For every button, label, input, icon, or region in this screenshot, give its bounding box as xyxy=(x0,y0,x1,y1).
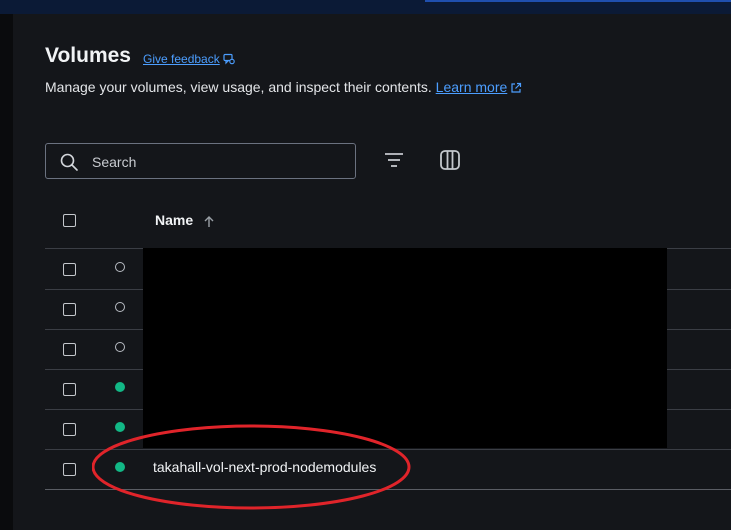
column-header-name[interactable]: Name xyxy=(155,212,193,228)
columns-icon xyxy=(440,150,460,170)
description-text: Manage your volumes, view usage, and ins… xyxy=(45,79,432,95)
top-bar xyxy=(0,0,731,14)
give-feedback-link[interactable]: Give feedback xyxy=(143,52,235,66)
filter-icon xyxy=(385,153,403,167)
learn-more-label: Learn more xyxy=(435,79,508,95)
row-checkbox[interactable] xyxy=(63,303,76,316)
row-checkbox[interactable] xyxy=(63,463,76,476)
status-unused-icon xyxy=(115,342,125,352)
row-checkbox[interactable] xyxy=(63,383,76,396)
page-title: Volumes xyxy=(45,44,131,67)
row-checkbox[interactable] xyxy=(63,263,76,276)
status-in-use-icon xyxy=(115,382,125,392)
learn-more-link[interactable]: Learn more xyxy=(436,79,523,95)
row-checkbox[interactable] xyxy=(63,343,76,356)
search-box[interactable] xyxy=(45,143,356,179)
columns-button[interactable] xyxy=(439,149,461,176)
annotation-ellipse xyxy=(92,424,411,510)
external-link-icon xyxy=(511,82,522,93)
page-description: Manage your volumes, view usage, and ins… xyxy=(45,79,522,95)
select-all-checkbox[interactable] xyxy=(63,214,76,227)
redacted-area xyxy=(143,248,667,448)
top-bar-accent xyxy=(425,0,731,2)
search-icon xyxy=(60,153,78,171)
feedback-icon xyxy=(223,53,235,65)
left-rail xyxy=(0,14,13,530)
sort-ascending-icon[interactable] xyxy=(203,214,215,228)
row-checkbox[interactable] xyxy=(63,423,76,436)
filter-button[interactable] xyxy=(383,149,405,176)
give-feedback-label: Give feedback xyxy=(143,52,220,66)
status-unused-icon xyxy=(115,262,125,272)
search-input[interactable] xyxy=(90,151,344,173)
status-unused-icon xyxy=(115,302,125,312)
